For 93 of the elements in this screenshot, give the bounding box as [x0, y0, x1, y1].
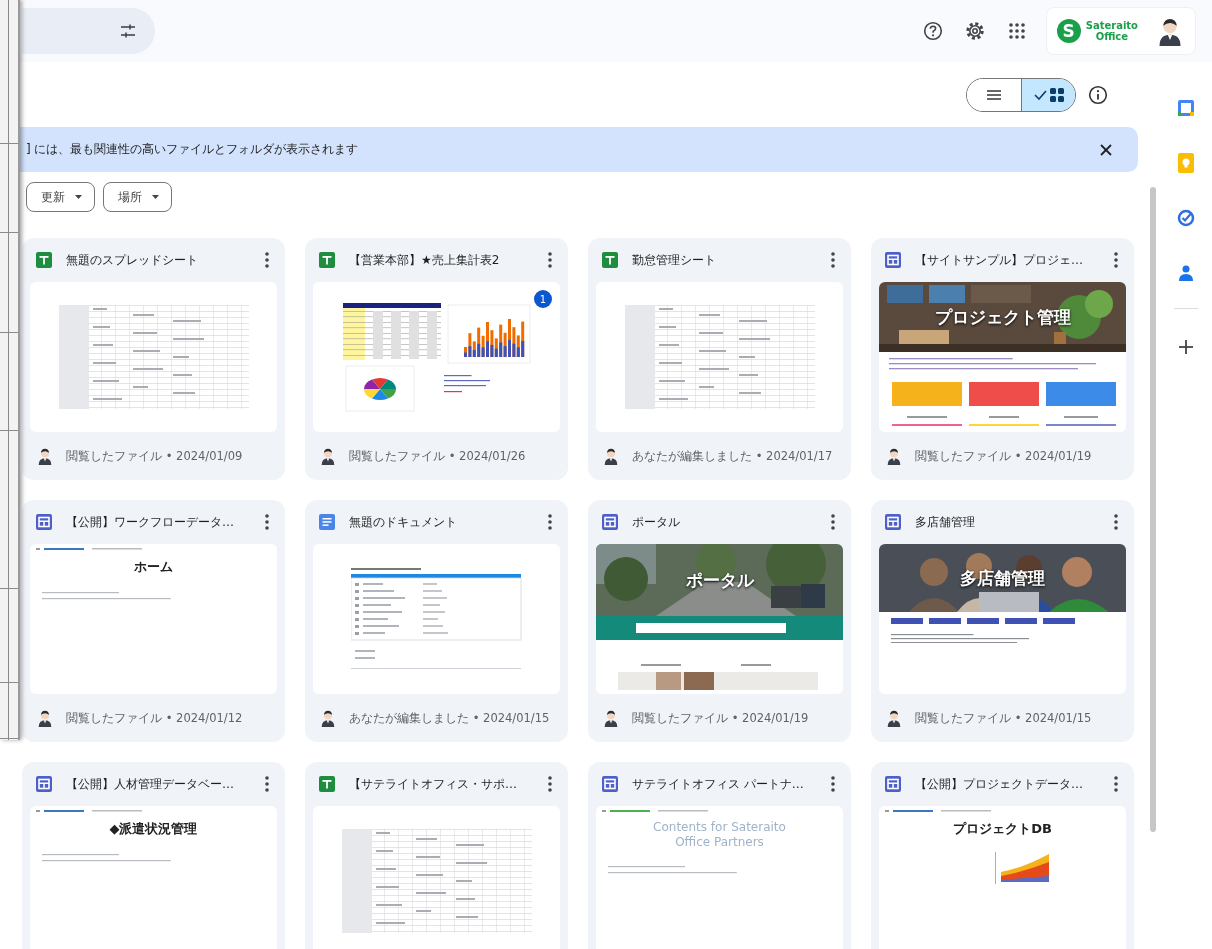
website-icon [602, 514, 618, 530]
avatar-icon [36, 709, 54, 727]
more-icon [1114, 514, 1118, 530]
file-title: 多店舗管理 [915, 513, 976, 531]
website-icon [885, 252, 901, 268]
file-preview[interactable]: プロジェクト管理 [879, 282, 1126, 432]
file-activity: あなたが編集しました • 2024/01/17 [632, 448, 833, 464]
file-activity: 閲覧したファイル • 2024/01/19 [915, 448, 1092, 464]
preview-heading: ◆派遣状況管理 [108, 820, 199, 838]
file-title: 無題のスプレッドシート [66, 251, 199, 269]
logo-text: Sateraito [1085, 20, 1138, 31]
file-activity: 閲覧したファイル • 2024/01/26 [349, 448, 526, 464]
spreadsheet-icon [319, 776, 335, 792]
spreadsheet-icon [602, 252, 618, 268]
more-icon [265, 514, 269, 530]
calendar-icon[interactable] [1177, 98, 1195, 117]
help-icon[interactable] [922, 21, 943, 41]
info-icon[interactable] [1088, 84, 1108, 105]
spreadsheet-icon [36, 252, 52, 268]
avatar-icon [36, 447, 54, 465]
banner-text: ] には、最も関連性の高いファイルとフォルダが表示されます [26, 141, 360, 158]
file-title: 【公開】人材管理データベー… [66, 775, 235, 793]
file-title: ポータル [632, 513, 681, 531]
contacts-icon[interactable] [1179, 264, 1193, 281]
document-icon [319, 514, 335, 530]
avatar-icon [319, 447, 337, 465]
file-title: サテライトオフィス パートナ… [632, 775, 805, 793]
file-title: 【営業本部】★売上集計表2 [349, 251, 501, 269]
list-icon [987, 88, 1001, 101]
more-icon [831, 514, 835, 530]
logo-text: Office [1095, 31, 1129, 42]
file-title: 【公開】ワークフローデータ… [66, 513, 235, 531]
preview-heading: 多店舗管理 [960, 566, 1045, 590]
file-title: 【公開】プロジェクトデータ… [915, 775, 1084, 793]
settings-icon[interactable] [964, 21, 985, 41]
logo-mark: S [1056, 19, 1081, 43]
preview-heading: プロジェクトDB [952, 820, 1053, 838]
avatar-icon [319, 709, 337, 727]
preview-heading: Contents for Sateraito Office Partners [652, 820, 787, 850]
file-preview[interactable]: 1 [313, 282, 560, 432]
scrollbar[interactable] [1150, 187, 1156, 832]
add-icon[interactable] [1179, 339, 1193, 354]
file-preview[interactable]: ◆派遣状況管理 [30, 806, 277, 949]
file-activity: 閲覧したファイル • 2024/01/09 [66, 448, 243, 464]
website-icon [36, 776, 52, 792]
filter-chip[interactable]: 更新 [26, 182, 95, 212]
more-icon [831, 252, 835, 268]
file-preview[interactable]: ホーム [30, 544, 277, 694]
file-title: 無題のドキュメント [349, 513, 458, 531]
avatar-icon [885, 447, 903, 465]
avatar-icon [602, 709, 620, 727]
view-toggle[interactable] [966, 77, 1076, 112]
file-activity: あなたが編集しました • 2024/01/15 [349, 710, 550, 726]
file-preview[interactable]: 多店舗管理 [879, 544, 1126, 694]
caret-icon [75, 195, 82, 199]
search-field[interactable] [22, 8, 155, 54]
grid-icon [1049, 87, 1064, 102]
preview-heading: ホーム [133, 558, 174, 576]
file-title: 【サイトサンプル】プロジェ… [915, 251, 1084, 269]
more-icon [1114, 252, 1118, 268]
website-icon [885, 514, 901, 530]
file-activity: 閲覧したファイル • 2024/01/12 [66, 710, 243, 726]
website-icon [36, 514, 52, 530]
file-activity: 閲覧したファイル • 2024/01/19 [632, 710, 809, 726]
more-icon [548, 252, 552, 268]
apps-icon[interactable] [1007, 22, 1026, 40]
filter-icon[interactable] [119, 22, 137, 40]
avatar-icon [885, 709, 903, 727]
file-preview[interactable] [313, 544, 560, 694]
notification-badge: 1 [534, 290, 552, 308]
file-title: 【サテライトオフィス・サポ… [349, 775, 518, 793]
file-preview[interactable]: ポータル [596, 544, 843, 694]
preview-heading: ポータル [685, 568, 754, 592]
more-icon [1114, 776, 1118, 792]
avatar-icon [602, 447, 620, 465]
website-icon [885, 776, 901, 792]
more-icon [548, 776, 552, 792]
filter-chip[interactable]: 場所 [103, 182, 172, 212]
file-title: 勤怠管理シート [632, 251, 717, 269]
more-icon [265, 776, 269, 792]
more-icon [831, 776, 835, 792]
caret-icon [152, 195, 159, 199]
spreadsheet-icon [319, 252, 335, 268]
preview-heading: プロジェクト管理 [934, 305, 1071, 329]
close-icon [1100, 143, 1112, 156]
file-activity: 閲覧したファイル • 2024/01/15 [915, 710, 1092, 726]
check-icon [1033, 89, 1047, 100]
grid-view-button[interactable] [1021, 78, 1075, 111]
more-icon [548, 514, 552, 530]
more-icon [265, 252, 269, 268]
tasks-icon[interactable] [1177, 208, 1195, 227]
file-preview[interactable]: プロジェクトDB [879, 806, 1126, 949]
website-icon [602, 776, 618, 792]
